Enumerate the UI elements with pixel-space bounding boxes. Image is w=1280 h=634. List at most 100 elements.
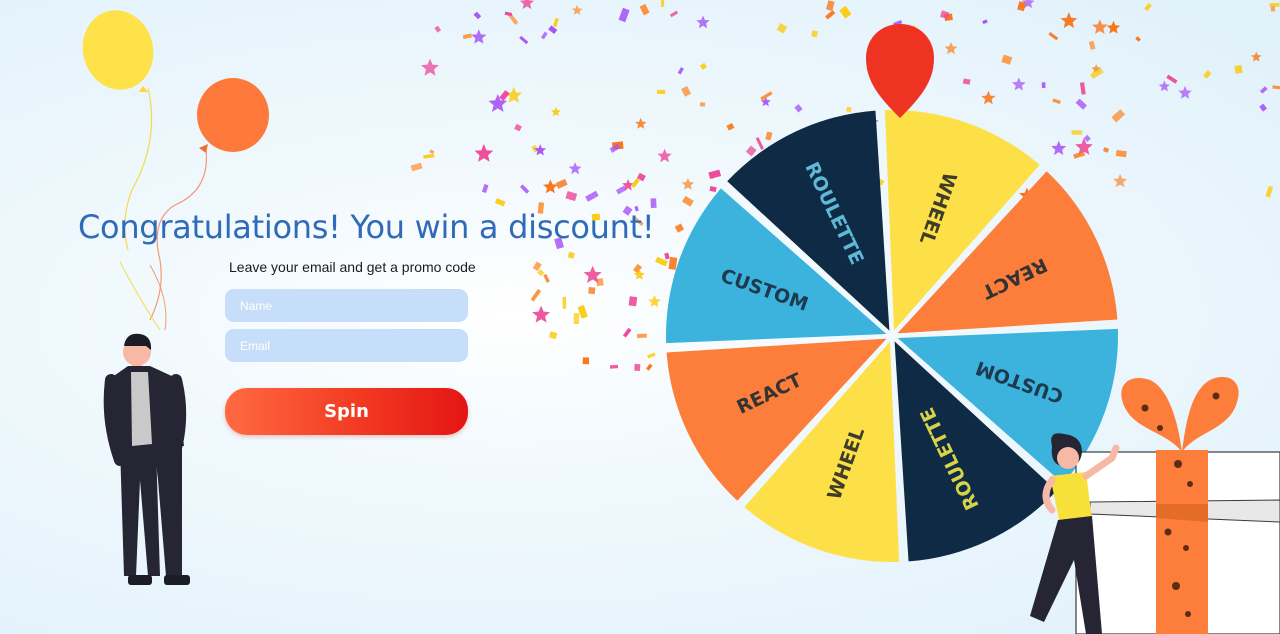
confetti-star-icon bbox=[981, 90, 996, 105]
confetti-piece bbox=[1202, 69, 1212, 79]
confetti-piece bbox=[668, 256, 678, 270]
confetti-piece bbox=[519, 35, 529, 45]
prize-wheel[interactable]: WHEELREACTCUSTOMROULETTEWHEELREACTCUSTOM… bbox=[666, 109, 1118, 562]
confetti-piece bbox=[660, 0, 665, 7]
confetti-piece bbox=[481, 183, 489, 194]
confetti-piece bbox=[1041, 82, 1046, 89]
confetti-star-icon bbox=[471, 29, 487, 44]
gift-box-illustration bbox=[1075, 376, 1280, 634]
spin-button[interactable]: Spin bbox=[225, 388, 468, 435]
confetti-star-icon bbox=[1113, 173, 1128, 188]
confetti-piece bbox=[1265, 185, 1274, 198]
confetti-piece bbox=[1088, 40, 1096, 50]
confetti-piece bbox=[636, 333, 647, 339]
confetti-piece bbox=[552, 17, 559, 28]
confetti-piece bbox=[633, 263, 643, 274]
confetti-piece bbox=[776, 22, 788, 34]
confetti-star-icon bbox=[944, 42, 958, 55]
confetti-piece bbox=[811, 30, 818, 38]
background-illustration: WHEELREACTCUSTOMROULETTEWHEELREACTCUSTOM… bbox=[82, 0, 1280, 634]
confetti-piece bbox=[631, 178, 640, 188]
confetti-piece bbox=[530, 288, 542, 302]
confetti-piece bbox=[634, 363, 641, 371]
confetti-piece bbox=[585, 190, 599, 202]
promo-instructions: Leave your email and get a promo code bbox=[229, 259, 476, 275]
confetti-piece bbox=[410, 162, 423, 172]
confetti-star-icon bbox=[1158, 80, 1170, 92]
confetti-piece bbox=[514, 123, 522, 132]
confetti-piece bbox=[494, 198, 506, 207]
confetti-piece bbox=[567, 251, 575, 259]
balloons-illustration bbox=[82, 10, 269, 331]
headline: Congratulations! You win a discount! bbox=[78, 208, 655, 246]
confetti-piece bbox=[588, 286, 596, 295]
confetti-piece bbox=[1111, 109, 1126, 123]
confetti-piece bbox=[1017, 1, 1026, 12]
confetti-piece bbox=[1071, 130, 1083, 135]
confetti-star-icon bbox=[532, 305, 551, 323]
confetti-piece bbox=[726, 122, 735, 131]
confetti-star-icon bbox=[635, 117, 647, 129]
confetti-piece bbox=[609, 364, 619, 369]
wheel-pointer-icon bbox=[866, 24, 934, 118]
confetti-piece bbox=[582, 357, 590, 365]
confetti-piece bbox=[699, 62, 707, 70]
confetti-piece bbox=[962, 78, 971, 85]
confetti-star-icon bbox=[1092, 19, 1108, 34]
confetti-piece bbox=[1144, 3, 1152, 12]
confetti-piece bbox=[708, 169, 722, 179]
confetti-piece bbox=[1269, 3, 1280, 7]
confetti-piece bbox=[1259, 103, 1268, 112]
name-input[interactable] bbox=[225, 289, 468, 322]
confetti-star-icon bbox=[1051, 140, 1067, 155]
confetti-star-icon bbox=[1060, 12, 1078, 29]
confetti-star-icon bbox=[696, 15, 710, 29]
confetti-piece bbox=[1270, 6, 1276, 12]
confetti-piece bbox=[543, 273, 550, 283]
confetti-piece bbox=[520, 184, 530, 194]
confetti-piece bbox=[1234, 64, 1243, 74]
confetti-piece bbox=[755, 137, 764, 150]
confetti-piece bbox=[1048, 32, 1059, 41]
confetti-piece bbox=[646, 363, 653, 371]
confetti-piece bbox=[709, 186, 717, 193]
confetti-piece bbox=[647, 352, 656, 359]
confetti-star-icon bbox=[1178, 85, 1192, 99]
confetti-piece bbox=[462, 33, 472, 40]
confetti-piece bbox=[423, 153, 435, 159]
confetti-star-icon bbox=[534, 144, 547, 156]
confetti-piece bbox=[825, 0, 835, 11]
confetti-piece bbox=[618, 7, 630, 23]
confetti-piece bbox=[656, 89, 666, 95]
confetti-piece bbox=[1166, 74, 1178, 84]
confetti-piece bbox=[669, 10, 679, 18]
confetti-piece bbox=[565, 190, 578, 202]
confetti-piece bbox=[434, 25, 442, 33]
confetti-star-icon bbox=[568, 162, 582, 175]
confetti-piece bbox=[429, 149, 435, 155]
confetti-piece bbox=[504, 11, 513, 17]
confetti-piece bbox=[682, 195, 694, 207]
confetti-piece bbox=[1001, 54, 1013, 65]
confetti-star-icon bbox=[1012, 77, 1026, 91]
confetti-piece bbox=[1079, 82, 1086, 95]
confetti-piece bbox=[1259, 86, 1268, 94]
confetti-star-icon bbox=[1106, 20, 1121, 34]
confetti-piece bbox=[745, 145, 757, 157]
confetti-piece bbox=[825, 10, 836, 20]
confetti-piece bbox=[1075, 98, 1087, 110]
confetti-piece bbox=[1052, 98, 1061, 104]
confetti-piece bbox=[982, 19, 988, 25]
confetti-star-icon bbox=[648, 295, 661, 307]
confetti-star-icon bbox=[421, 58, 439, 76]
confetti-star-icon bbox=[550, 106, 561, 117]
confetti-star-icon bbox=[520, 0, 534, 9]
confetti-piece bbox=[499, 90, 510, 101]
confetti-piece bbox=[699, 102, 706, 107]
confetti-piece bbox=[639, 3, 650, 16]
confetti-star-icon bbox=[657, 148, 672, 163]
man-illustration bbox=[103, 333, 190, 585]
confetti-piece bbox=[548, 331, 558, 340]
email-input[interactable] bbox=[225, 329, 468, 362]
confetti-piece bbox=[1272, 85, 1280, 90]
